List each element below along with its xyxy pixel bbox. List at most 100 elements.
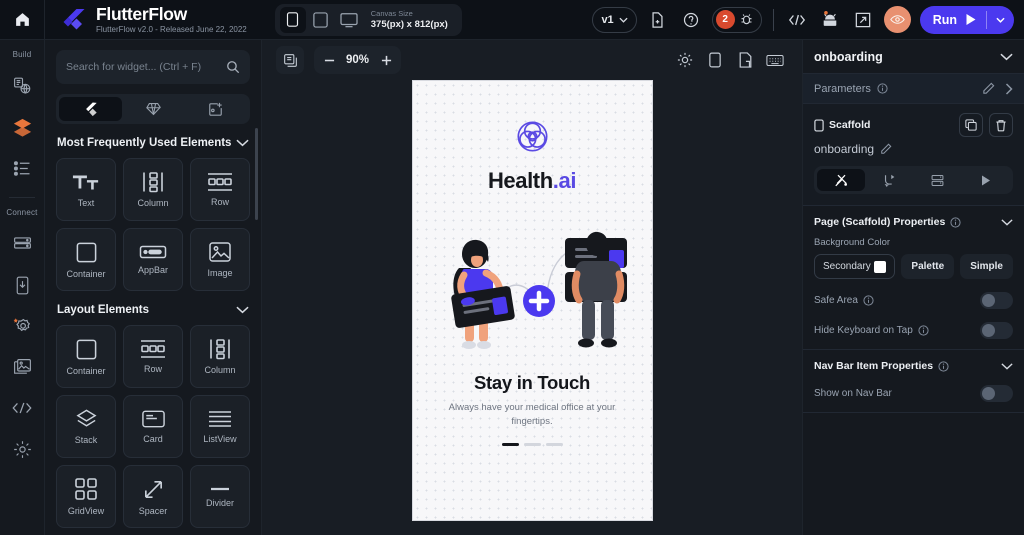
background-color-select[interactable]: Secondary <box>814 254 895 279</box>
split-view-icon <box>738 52 753 68</box>
run-button[interactable]: Run <box>920 6 1014 34</box>
device-phone-button[interactable] <box>280 7 306 33</box>
device-download-icon <box>12 275 33 296</box>
safe-area-label: Safe Area <box>814 295 858 306</box>
sidebar-item-widget-list[interactable] <box>3 151 41 185</box>
home-button[interactable] <box>0 0 45 40</box>
tab-properties[interactable] <box>817 169 865 191</box>
section-title: Page (Scaffold) Properties <box>814 216 945 228</box>
widget-card-stack[interactable]: Stack <box>56 395 116 458</box>
nav-bar-properties-header[interactable]: Nav Bar Item Properties <box>814 360 1013 372</box>
device-tablet-button[interactable] <box>308 7 334 33</box>
simple-button[interactable]: Simple <box>960 254 1013 279</box>
section-title: Layout Elements <box>57 304 149 316</box>
page-globe-icon <box>12 76 33 97</box>
device-preview-frame[interactable]: Health.ai <box>412 80 653 521</box>
deploy-share-button[interactable] <box>851 8 875 32</box>
rail-build-label: Build <box>13 50 32 59</box>
tab-backend[interactable] <box>914 169 962 191</box>
sidebar-item-page-selector[interactable] <box>3 69 41 103</box>
code-view-button[interactable] <box>785 8 809 32</box>
page-dot[interactable] <box>502 443 519 446</box>
device-phone-preview-button[interactable] <box>702 47 728 73</box>
widget-card-container[interactable]: Container <box>56 228 116 291</box>
palette-button[interactable]: Palette <box>901 254 954 279</box>
parameters-row[interactable]: Parameters <box>803 73 1024 104</box>
layers-icon <box>11 116 34 139</box>
download-apk-button[interactable] <box>818 8 842 32</box>
hide-keyboard-toggle[interactable] <box>980 322 1013 339</box>
safe-area-toggle[interactable] <box>980 292 1013 309</box>
widget-card-row[interactable]: Row <box>123 325 183 388</box>
zoom-out-button[interactable] <box>318 49 340 71</box>
widget-card-column[interactable]: Column <box>190 325 250 388</box>
canvas-stage[interactable]: Health.ai <box>262 80 802 535</box>
sidebar-item-integrations[interactable] <box>3 309 41 343</box>
database-icon <box>12 234 33 255</box>
page-title: onboarding <box>814 50 883 64</box>
section-header-most-used[interactable]: Most Frequently Used Elements <box>56 124 250 158</box>
search-box[interactable] <box>56 50 250 84</box>
tab-actions[interactable] <box>865 169 913 191</box>
page-properties-header[interactable]: Page (Scaffold) Properties <box>814 216 1013 228</box>
frames-button[interactable] <box>276 46 304 74</box>
widget-card-spacer[interactable]: Spacer <box>123 465 183 528</box>
zoom-in-button[interactable] <box>375 49 397 71</box>
widget-card-gridview[interactable]: GridView <box>56 465 116 528</box>
issues-button[interactable]: 2 <box>712 7 762 33</box>
search-input[interactable] <box>66 61 220 73</box>
keyboard-toggle-button[interactable] <box>762 47 788 73</box>
show-on-nav-bar-toggle[interactable] <box>980 385 1013 402</box>
page-header[interactable]: onboarding <box>803 40 1024 73</box>
widget-card-listview[interactable]: ListView <box>190 395 250 458</box>
sidebar-item-backend-database[interactable] <box>3 227 41 261</box>
settings-gear-icon <box>12 439 33 460</box>
widget-card-column[interactable]: Column <box>123 158 183 221</box>
preview-mode-button[interactable] <box>884 6 911 33</box>
left-nav-rail: Build Connect <box>0 40 45 535</box>
sidebar-item-settings[interactable] <box>3 432 41 466</box>
widget-scroll-area[interactable]: Most Frequently Used Elements Text Colum… <box>45 124 261 535</box>
panel-scrollbar[interactable] <box>255 128 258 220</box>
tab-premium-widgets[interactable] <box>122 97 185 121</box>
run-options-dropdown[interactable] <box>987 17 1014 23</box>
copy-button[interactable] <box>959 113 983 137</box>
widget-card-container[interactable]: Container <box>56 325 116 388</box>
widget-card-row[interactable]: Row <box>190 158 250 221</box>
gear-star-icon <box>11 315 33 337</box>
device-size-group: Canvas Size 375(px) x 812(px) <box>275 4 462 36</box>
chevron-right-icon[interactable] <box>1005 83 1013 95</box>
minus-icon <box>324 59 335 62</box>
theme-brightness-button[interactable] <box>672 47 698 73</box>
widget-card-appbar[interactable]: AppBar <box>123 228 183 291</box>
split-view-button[interactable] <box>732 47 758 73</box>
help-button[interactable] <box>679 8 703 32</box>
device-desktop-button[interactable] <box>336 7 362 33</box>
page-indicator <box>502 443 563 446</box>
page-dot[interactable] <box>546 443 563 446</box>
sidebar-item-media-assets[interactable] <box>3 350 41 384</box>
sidebar-item-api-calls[interactable] <box>3 268 41 302</box>
tab-flutter-widgets[interactable] <box>59 97 122 121</box>
pencil-icon[interactable] <box>982 82 995 95</box>
brand-subtitle: FlutterFlow v2.0 - Released June 22, 202… <box>96 24 247 35</box>
widget-card-image[interactable]: Image <box>190 228 250 291</box>
widget-card-text[interactable]: Text <box>56 158 116 221</box>
tab-animations[interactable] <box>962 169 1010 191</box>
widget-card-divider[interactable]: Divider <box>190 465 250 528</box>
hide-keyboard-label: Hide Keyboard on Tap <box>814 325 913 336</box>
sidebar-item-custom-code[interactable] <box>3 391 41 425</box>
pencil-icon[interactable] <box>880 143 892 155</box>
widget-card-card[interactable]: Card <box>123 395 183 458</box>
section-header-layout-elements[interactable]: Layout Elements <box>56 291 250 325</box>
top-bar-actions: v1 2 <box>592 6 1024 34</box>
new-file-button[interactable] <box>646 8 670 32</box>
version-dropdown[interactable]: v1 <box>592 7 636 33</box>
background-color-label: Background Color <box>814 237 1013 248</box>
info-icon <box>877 83 888 94</box>
widget-category-tabs <box>56 94 250 124</box>
delete-button[interactable] <box>989 113 1013 137</box>
tab-custom-components[interactable] <box>184 97 247 121</box>
page-dot[interactable] <box>524 443 541 446</box>
sidebar-item-widget-tree-layers[interactable] <box>3 110 41 144</box>
